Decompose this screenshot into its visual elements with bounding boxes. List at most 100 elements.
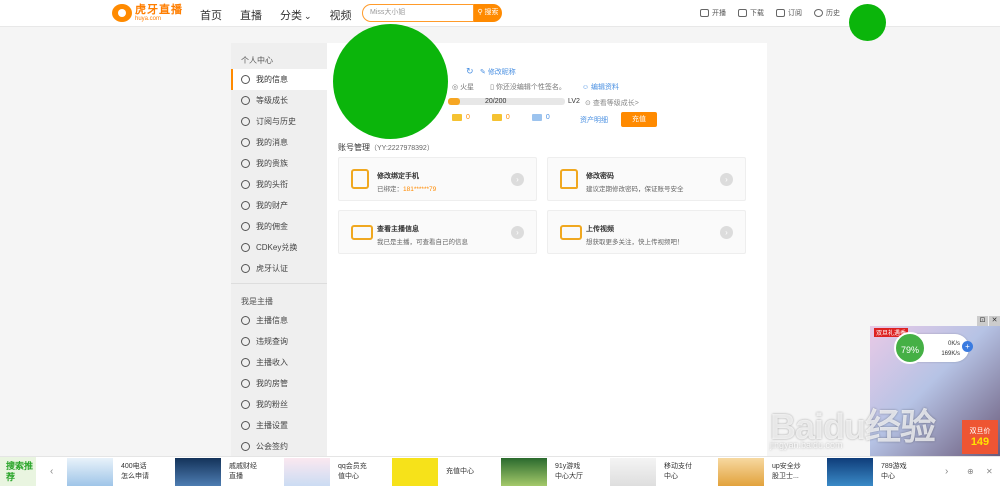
sidebar-item-level[interactable]: 等级成长 (231, 90, 327, 111)
huya-logo[interactable]: 虎牙直播 huya.com (112, 4, 183, 22)
change-password-card[interactable]: 修改密码 建议定期修改密码，保证账号安全 › (547, 157, 746, 201)
subscribe-button[interactable]: 订阅 (776, 8, 802, 18)
ad-thumb (284, 458, 330, 486)
ad-item-7[interactable]: up安全炒 股卫士... (718, 457, 801, 486)
ad-item-2[interactable]: 戚戚财经 直播 (175, 457, 257, 486)
heart-icon (776, 9, 785, 17)
speed-percent[interactable]: 79% (894, 332, 926, 364)
edit-profile-link[interactable]: ☺ 编辑资料 (582, 82, 627, 92)
download-icon (738, 9, 747, 17)
ad-thumb (501, 458, 547, 486)
sidebar-group-anchor: 我是主播 (241, 297, 273, 306)
ad-close-icon[interactable]: ✕ (989, 316, 1000, 326)
sidebar-group-personal: 个人中心 (241, 56, 273, 65)
signature-text: ▯ 你还没编辑个性签名。 (490, 84, 566, 91)
sidebar-item-violation[interactable]: 违规查询 (231, 331, 327, 352)
sidebar-item-fans[interactable]: 我的粉丝 (231, 394, 327, 415)
sidebar-item-cdkey[interactable]: CDKey兑换 (231, 237, 327, 258)
ad-thumb (175, 458, 221, 486)
nav-live[interactable]: 直播 (240, 7, 262, 23)
history-button[interactable]: 历史 (814, 8, 840, 18)
level-growth-link[interactable]: ⊙ 查看等级成长> (585, 98, 639, 108)
anchor-icon (351, 225, 373, 240)
chevron-right-icon: › (511, 226, 524, 239)
chevron-right-icon: › (720, 173, 733, 186)
ad-item-4[interactable]: 充值中心 (392, 457, 474, 486)
chevron-right-icon[interactable]: › (945, 466, 948, 477)
sidebar-item-messages[interactable]: 我的消息 (231, 132, 327, 153)
user-icon (241, 379, 250, 388)
ad-item-6[interactable]: 移动支付 中心 (610, 457, 692, 486)
contract-icon (241, 442, 250, 451)
ad-item-1[interactable]: 400电话 怎么申请 (67, 457, 149, 486)
profile-avatar[interactable] (333, 24, 448, 139)
baidu-watermark-url: jingyan.baidu.com (770, 440, 843, 450)
location-text: ◎ 火星 (452, 84, 475, 91)
ad-info-icon[interactable]: ⊡ (977, 316, 988, 326)
sidebar-item-subscribe-history[interactable]: 订阅与历史 (231, 111, 327, 132)
ad-item-3[interactable]: qq会员充 值中心 (284, 457, 367, 486)
refresh-icon[interactable]: ↻ (466, 66, 474, 77)
main-nav: 首页 直播 分类 视频 (200, 7, 370, 23)
doc-icon (241, 316, 250, 325)
recharge-button[interactable]: 充值 (621, 112, 657, 127)
coupon-icon (531, 114, 542, 121)
nav-home[interactable]: 首页 (200, 7, 222, 23)
search-button[interactable]: ⚲ 搜索 (474, 4, 502, 22)
download-button[interactable]: 下载 (738, 8, 764, 18)
logo-icon (112, 4, 132, 22)
ad-thumb (718, 458, 764, 486)
settings-icon[interactable]: ⊕ (967, 467, 974, 476)
asset-detail-link[interactable]: 资产明细 (580, 115, 608, 125)
coupon-balance: 0 (531, 114, 550, 121)
sidebar-item-commission[interactable]: 我的佣金 (231, 216, 327, 237)
alert-icon (241, 337, 250, 346)
user-avatar[interactable] (849, 4, 886, 41)
bookmark-icon (241, 117, 250, 126)
speed-readout: 0K/s 169K/s (941, 341, 960, 357)
nav-video[interactable]: 视频 (330, 7, 352, 23)
sidebar-item-my-info[interactable]: 我的信息 (231, 69, 327, 90)
sidebar-item-titles[interactable]: 我的头衔 (231, 174, 327, 195)
exp-progress-text: 20/200 (485, 98, 507, 105)
ad-thumb (610, 458, 656, 486)
logo-en: huya.com (135, 15, 162, 22)
anchor-info-card[interactable]: 查看主播信息 我已是主播，可查看自己的信息 › (338, 210, 537, 254)
ad-item-8[interactable]: 789游戏 中心 (827, 457, 907, 486)
level-label: LV2 (568, 98, 580, 105)
ad-item-5[interactable]: 91y游戏 中心大厅 (501, 457, 583, 486)
account-section-title: 账号管理（YY:2227978392） (338, 143, 434, 152)
lock-icon (560, 169, 578, 189)
sidebar-item-noble[interactable]: 我的贵族 (231, 153, 327, 174)
sidebar-item-anchor-settings[interactable]: 主播设置 (231, 415, 327, 436)
sidebar-item-anchor-info[interactable]: 主播信息 (231, 310, 327, 331)
sidebar-item-room-admin[interactable]: 我的房管 (231, 373, 327, 394)
chevron-left-icon[interactable]: ‹ (50, 466, 53, 477)
shield-icon (241, 264, 250, 273)
chevron-right-icon: › (720, 226, 733, 239)
float-ad-controls: ⊡ ✕ (976, 316, 1000, 326)
ad-thumb (827, 458, 873, 486)
search-recommend-tag: 搜索推荐 (0, 457, 36, 486)
upload-video-card[interactable]: 上传视频 想获取更多关注，快上传视频吧！ › (547, 210, 746, 254)
edit-nickname-link[interactable]: ✎ 修改昵称 (480, 67, 516, 77)
sidebar-item-verify[interactable]: 虎牙认证 (231, 258, 327, 279)
top-actions: 开播 下载 订阅 历史 (700, 8, 852, 18)
sidebar-item-property[interactable]: 我的财产 (231, 195, 327, 216)
speed-plus-icon[interactable]: + (962, 341, 973, 352)
change-phone-card[interactable]: 修改绑定手机 已绑定：181******79 › (338, 157, 537, 201)
silver-bean-icon (491, 114, 502, 121)
nav-category[interactable]: 分类 (280, 7, 312, 23)
ad-price-badge: 双旦价 149 (962, 420, 998, 454)
ad-thumb (67, 458, 113, 486)
start-live-button[interactable]: 开播 (700, 8, 726, 18)
search-input[interactable]: Miss大小姐 (362, 4, 474, 22)
sidebar-item-guild[interactable]: 公会签约 (231, 436, 327, 457)
sidebar-item-income[interactable]: 主播收入 (231, 352, 327, 373)
chevron-right-icon: › (511, 173, 524, 186)
clock-icon (814, 9, 823, 17)
camera-icon (700, 9, 709, 17)
exp-progress-bar (448, 98, 565, 105)
settings-icon (241, 421, 250, 430)
close-icon[interactable]: ✕ (986, 467, 993, 476)
